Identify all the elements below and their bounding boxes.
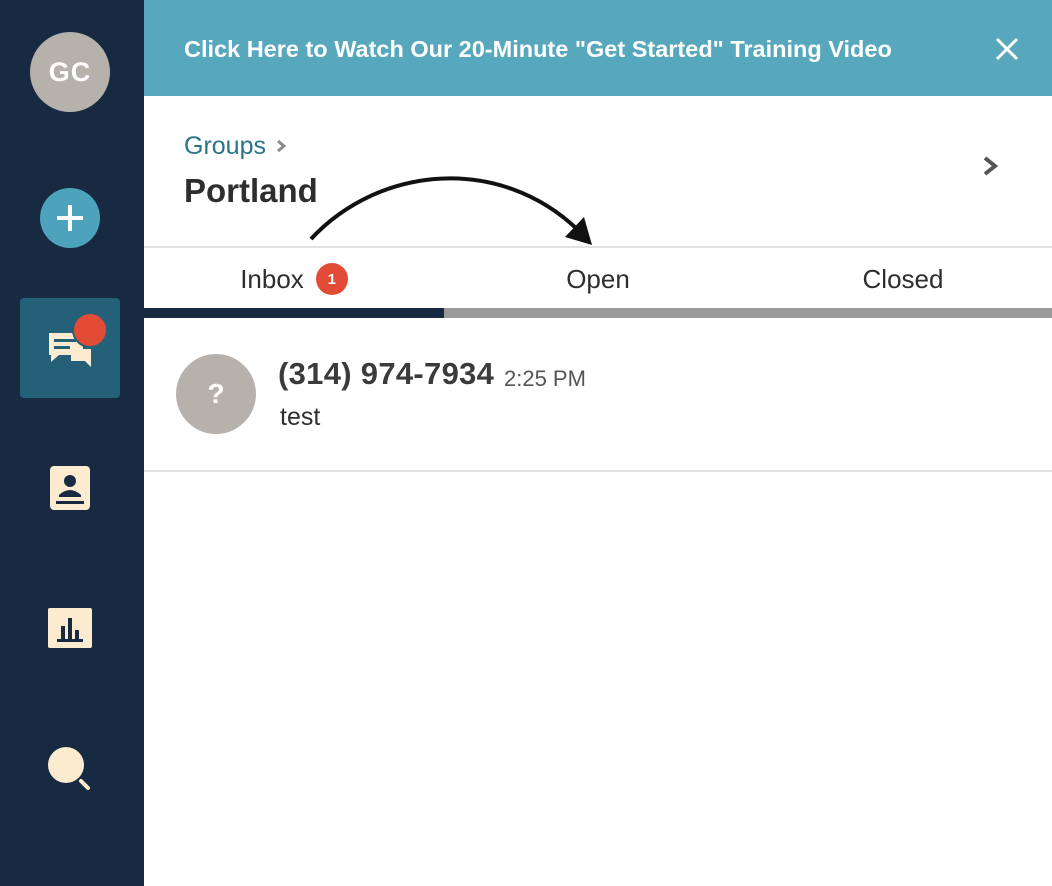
breadcrumb: Groups: [184, 128, 286, 164]
conversation-time: 2:25 PM: [504, 366, 586, 391]
conversation-snippet: test: [280, 403, 321, 431]
search-icon: [48, 747, 90, 790]
avatar-placeholder: ?: [207, 378, 225, 409]
banner-text[interactable]: Click Here to Watch Our 20-Minute "Get S…: [184, 0, 892, 98]
nav-conversations[interactable]: [20, 298, 120, 398]
training-video-banner[interactable]: Click Here to Watch Our 20-Minute "Get S…: [144, 0, 1052, 96]
avatar-initials: GC: [48, 56, 92, 87]
tab-closed[interactable]: Closed: [754, 248, 1052, 310]
nav-contacts[interactable]: [20, 438, 120, 538]
tab-inbox[interactable]: Inbox 1: [144, 248, 444, 310]
conversation-row[interactable]: ? (314) 974-7934 2:25 PM test: [144, 318, 1052, 472]
close-icon[interactable]: [994, 36, 1020, 62]
tab-inbox-label: Inbox: [240, 263, 304, 294]
chevron-right-icon: [277, 139, 286, 153]
tab-open-label: Open: [566, 263, 630, 294]
tab-track: [444, 308, 1052, 318]
chevron-right-icon[interactable]: [980, 155, 1000, 177]
conversation-phone: (314) 974-7934: [278, 356, 495, 391]
tab-closed-label: Closed: [862, 263, 944, 294]
annotation-arrow: [309, 176, 592, 245]
inbox-count-badge: 1: [315, 263, 348, 295]
sidebar: GC: [0, 0, 144, 886]
nav-reports[interactable]: [20, 578, 120, 678]
contact-book-icon: [50, 466, 90, 510]
add-button[interactable]: [40, 188, 100, 248]
nav-search[interactable]: [20, 718, 120, 818]
contact-avatar: ?: [176, 354, 256, 434]
active-tab-indicator: [144, 308, 444, 318]
tab-open[interactable]: Open: [448, 248, 748, 310]
plus-icon: [57, 205, 83, 231]
bar-chart-icon: [48, 608, 92, 648]
user-avatar[interactable]: GC: [30, 32, 110, 112]
breadcrumb-groups-link[interactable]: Groups: [184, 132, 266, 161]
page-title: Portland: [184, 172, 318, 209]
notification-dot: [72, 312, 108, 348]
